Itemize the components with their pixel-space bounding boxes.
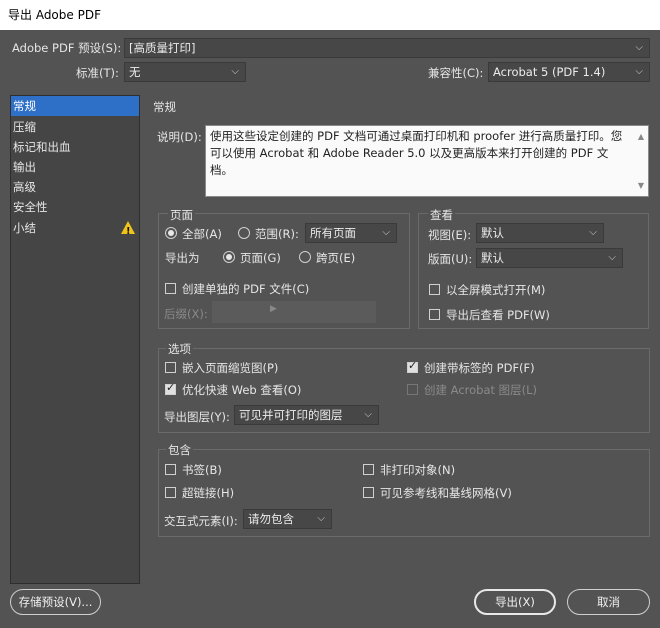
- description-textarea[interactable]: 使用这些设定创建的 PDF 文档可通过桌面打印机和 proofer 进行高质量打…: [205, 125, 649, 197]
- tagged-pdf-checkbox[interactable]: [407, 359, 418, 373]
- suffix-input[interactable]: [212, 301, 376, 323]
- chevron-down-icon: ⌵: [589, 227, 597, 238]
- preset-value: [高质量打印]: [129, 41, 196, 55]
- chevron-down-icon: ⌵: [317, 513, 325, 524]
- interactive-elements-value: 请勿包含: [248, 512, 294, 526]
- include-title: 包含: [166, 442, 193, 458]
- standard-label: 标准(T):: [76, 66, 119, 80]
- compatibility-select[interactable]: Acrobat 5 (PDF 1.4) ⌵: [488, 62, 650, 82]
- separate-pdf-label: 创建单独的 PDF 文件(C): [182, 282, 310, 296]
- compatibility-label: 兼容性(C):: [428, 66, 484, 80]
- pages-range-radio[interactable]: [238, 227, 250, 239]
- warning-icon: [121, 221, 135, 242]
- sidebar-item-summary[interactable]: 小结: [11, 218, 139, 242]
- tagged-pdf-label: 创建带标签的 PDF(F): [424, 361, 535, 375]
- view-value: 默认: [481, 226, 504, 240]
- view-select[interactable]: 默认 ⌵: [476, 223, 604, 243]
- sidebar-item-label: 小结: [13, 221, 36, 235]
- sidebar-item-compression[interactable]: 压缩: [11, 117, 139, 137]
- window-title: 导出 Adobe PDF: [0, 0, 660, 30]
- chevron-down-icon: ⌵: [635, 66, 643, 77]
- fullscreen-label: 以全屏模式打开(M): [446, 283, 546, 297]
- export-layers-select[interactable]: 可见并可打印的图层 ⌵: [234, 405, 379, 425]
- chevron-down-icon: ⌵: [231, 66, 239, 77]
- preset-label: Adobe PDF 预设(S):: [12, 41, 122, 55]
- sidebar-item-general[interactable]: 常规: [11, 96, 139, 116]
- nonprinting-objects-checkbox[interactable]: [363, 464, 374, 475]
- guides-grids-checkbox[interactable]: [363, 487, 374, 498]
- cancel-button[interactable]: 取消: [567, 589, 650, 615]
- interactive-elements-select[interactable]: 请勿包含 ⌵: [243, 509, 332, 529]
- scroll-down-icon[interactable]: ▼: [636, 177, 646, 194]
- options-title: 选项: [166, 341, 193, 357]
- pages-range-value: 所有页面: [310, 226, 356, 240]
- preset-select[interactable]: [高质量打印] ⌵: [124, 38, 650, 58]
- layout-label: 版面(U):: [428, 252, 473, 266]
- chevron-down-icon: ⌵: [635, 42, 643, 53]
- view-label: 视图(E):: [428, 228, 472, 242]
- pages-all-label: 全部(A): [182, 227, 222, 241]
- fast-web-view-checkbox[interactable]: [165, 381, 176, 395]
- view-after-export-checkbox[interactable]: [429, 309, 440, 320]
- standard-value: 无: [129, 65, 141, 79]
- pages-range-select[interactable]: 所有页面 ⌵: [305, 223, 397, 243]
- export-pages-radio[interactable]: [223, 251, 235, 263]
- description-scrollbar[interactable]: ▲ ▼: [636, 128, 646, 194]
- nonprinting-objects-label: 非打印对象(N): [380, 463, 456, 477]
- pages-range-label: 范围(R):: [255, 227, 299, 241]
- embed-thumbnails-checkbox[interactable]: [165, 362, 176, 373]
- hyperlinks-checkbox[interactable]: [165, 487, 176, 498]
- compatibility-value: Acrobat 5 (PDF 1.4): [493, 65, 606, 79]
- pages-title: 页面: [168, 207, 195, 223]
- view-title: 查看: [428, 207, 455, 223]
- sidebar-item-marks-bleeds[interactable]: 标记和出血: [11, 137, 139, 157]
- sidebar-item-output[interactable]: 输出: [11, 157, 139, 177]
- hyperlinks-label: 超链接(H): [182, 486, 235, 500]
- export-pages-label: 页面(G): [240, 251, 281, 265]
- bookmarks-checkbox[interactable]: [165, 464, 176, 475]
- export-layers-label: 导出图层(Y):: [164, 410, 230, 424]
- acrobat-layers-label: 创建 Acrobat 图层(L): [424, 383, 538, 397]
- guides-grids-label: 可见参考线和基线网格(V): [380, 486, 512, 500]
- chevron-down-icon: ⌵: [608, 252, 616, 263]
- embed-thumbnails-label: 嵌入页面缩览图(P): [182, 361, 279, 375]
- view-after-export-label: 导出后查看 PDF(W): [446, 308, 550, 322]
- standard-select[interactable]: 无 ⌵: [124, 62, 246, 82]
- description-label: 说明(D):: [157, 130, 202, 144]
- layout-value: 默认: [481, 251, 504, 265]
- sidebar-item-advanced[interactable]: 高级: [11, 177, 139, 197]
- chevron-down-icon: ⌵: [382, 227, 390, 238]
- caret-right-icon: ▶: [270, 304, 277, 314]
- chevron-down-icon: ⌵: [364, 409, 372, 420]
- scroll-up-icon[interactable]: ▲: [636, 128, 646, 145]
- export-button[interactable]: 导出(X): [474, 589, 556, 615]
- interactive-elements-label: 交互式元素(I):: [164, 514, 238, 528]
- pages-all-radio[interactable]: [165, 227, 177, 239]
- separate-pdf-checkbox[interactable]: [165, 283, 176, 294]
- sidebar-item-security[interactable]: 安全性: [11, 197, 139, 217]
- acrobat-layers-checkbox[interactable]: [407, 384, 418, 395]
- page-title: 常规: [153, 100, 176, 114]
- export-spreads-label: 跨页(E): [316, 251, 356, 265]
- export-as-label: 导出为: [165, 251, 200, 265]
- save-preset-button[interactable]: 存储预设(V)...: [10, 589, 101, 615]
- export-spreads-radio[interactable]: [299, 251, 311, 263]
- suffix-label: 后缀(X):: [164, 307, 208, 321]
- sidebar: 常规 压缩 标记和出血 输出 高级 安全性 小结: [10, 95, 140, 584]
- layout-select[interactable]: 默认 ⌵: [476, 248, 623, 268]
- fast-web-view-label: 优化快速 Web 查看(O): [182, 383, 302, 397]
- fullscreen-checkbox[interactable]: [429, 284, 440, 295]
- export-layers-value: 可见并可打印的图层: [239, 408, 343, 422]
- bookmarks-label: 书签(B): [182, 463, 222, 477]
- description-text: 使用这些设定创建的 PDF 文档可通过桌面打印机和 proofer 进行高质量打…: [210, 129, 623, 177]
